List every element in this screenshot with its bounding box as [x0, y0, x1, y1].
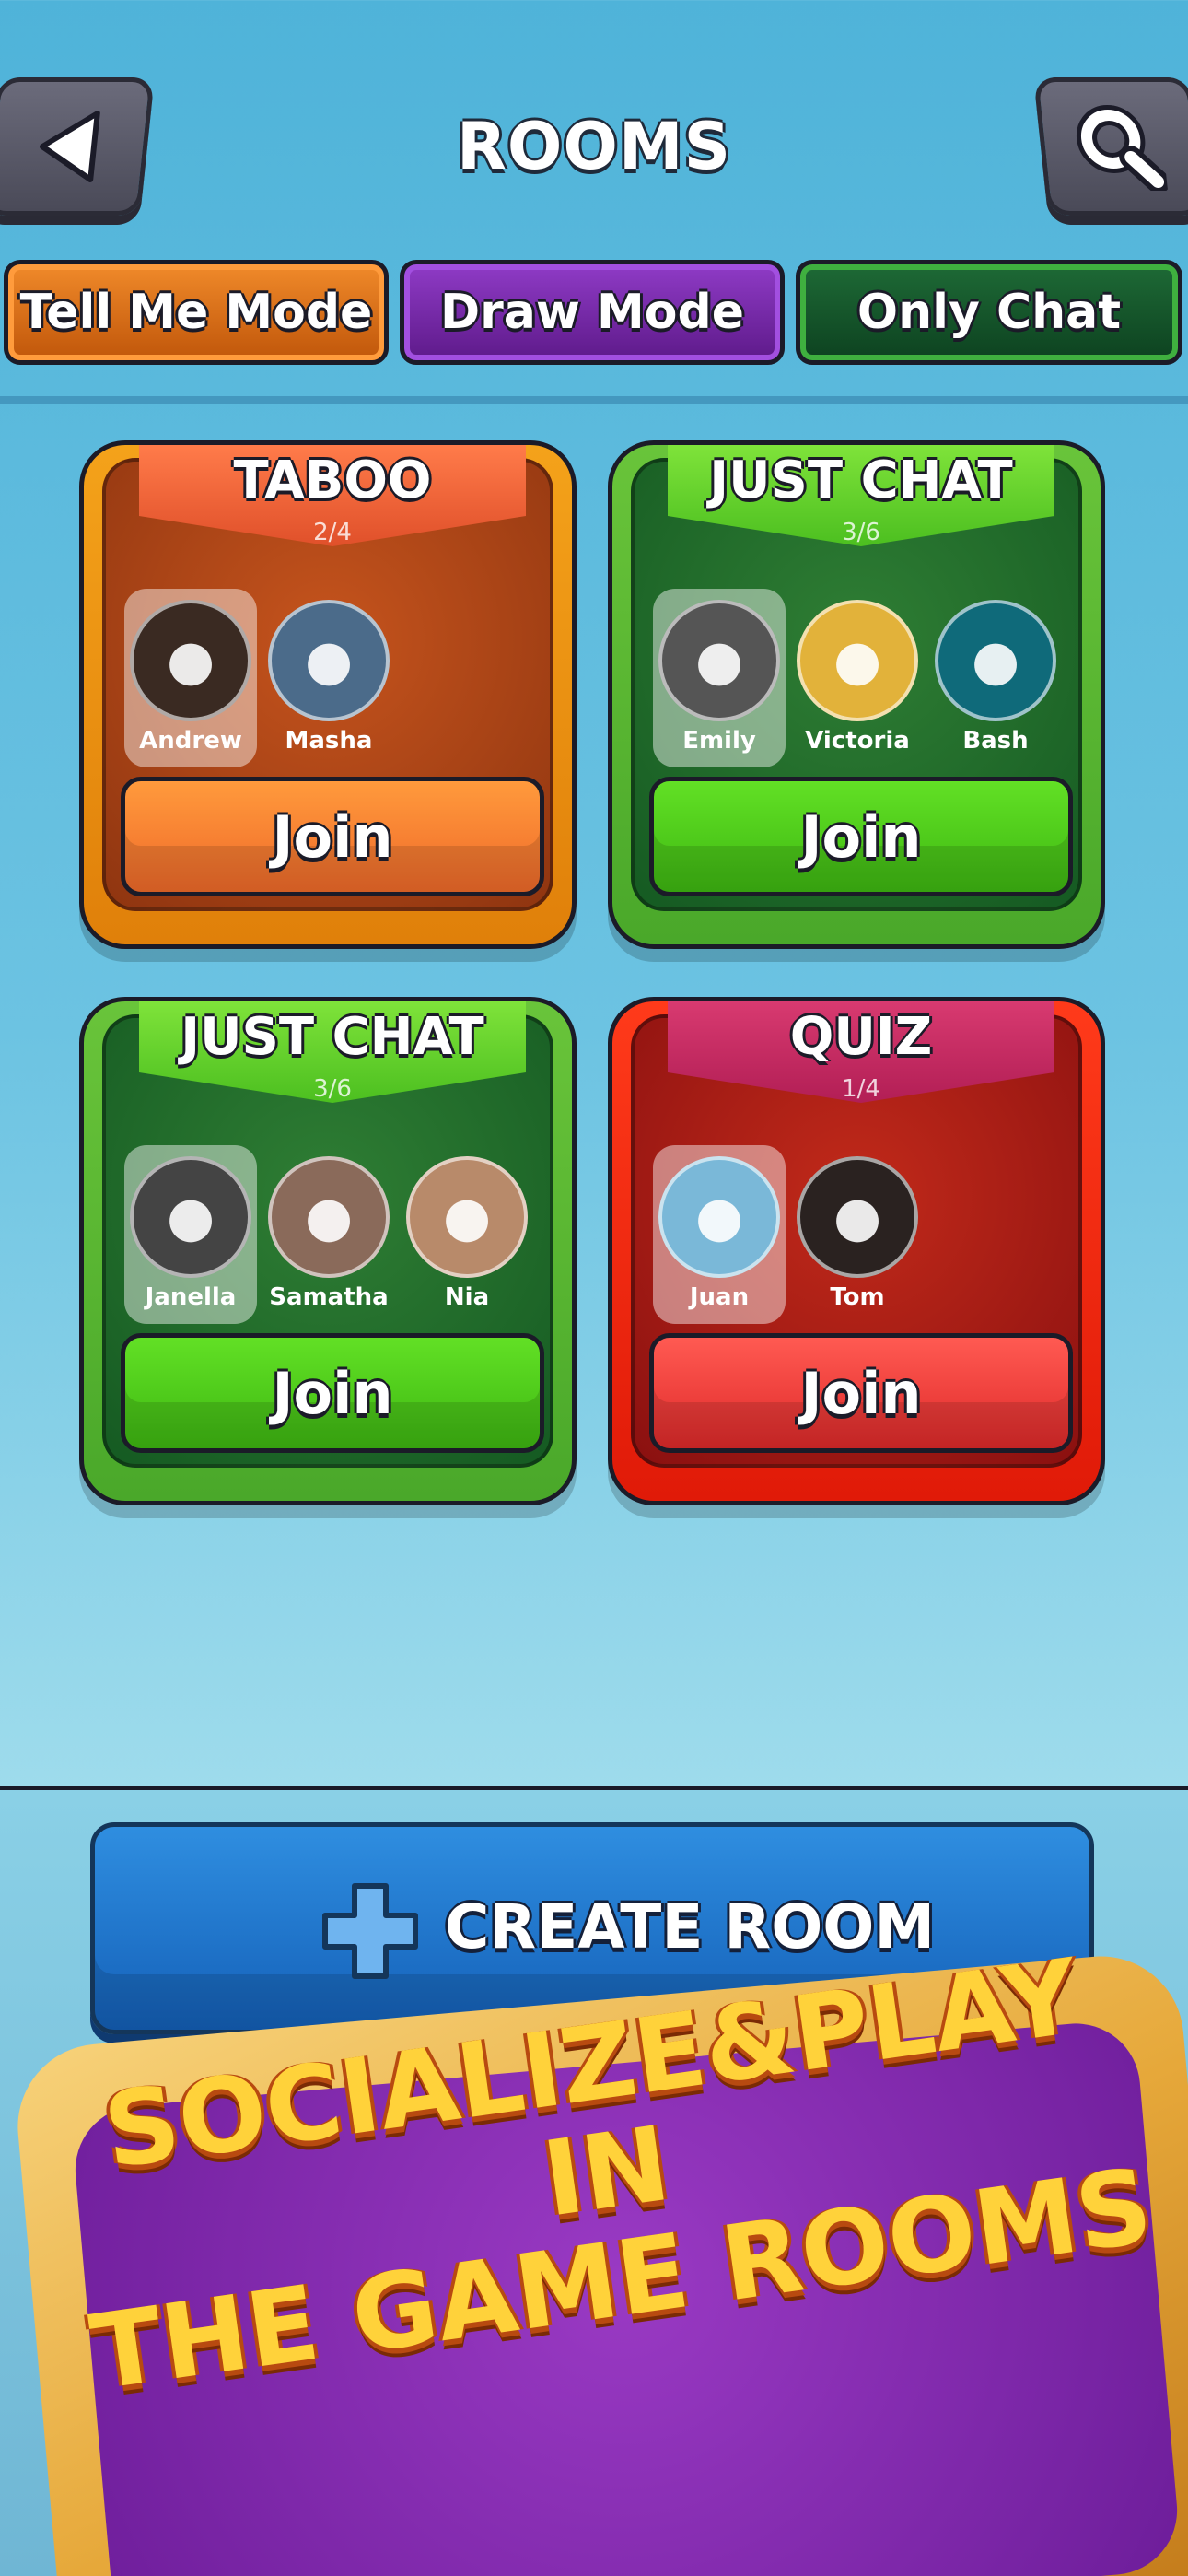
avatar: ●: [130, 600, 251, 721]
player-name: Andrew: [139, 727, 242, 755]
player-name: Emily: [682, 727, 756, 755]
room-card: JUST CHAT 3/6 ● Janella ● Samatha ● Nia …: [79, 997, 577, 1505]
room-card: TABOO 2/4 ● Andrew ● Masha Join: [79, 440, 577, 949]
player-name: Samatha: [269, 1283, 389, 1311]
avatar: ●: [268, 1156, 390, 1278]
avatar: ●: [658, 600, 780, 721]
player-slot[interactable]: ● Samatha: [262, 1145, 395, 1324]
room-title: TABOO: [233, 451, 432, 510]
create-room-label: CREATE ROOM: [445, 1891, 936, 1962]
header-divider: [0, 396, 1188, 404]
player-slot[interactable]: ● Emily: [653, 589, 786, 767]
room-title: JUST CHAT: [181, 1007, 484, 1067]
player-slot[interactable]: ● Juan: [653, 1145, 786, 1324]
room-card: QUIZ 1/4 ● Juan ● Tom Join: [608, 997, 1105, 1505]
player-name: Victoria: [805, 727, 910, 755]
avatar: ●: [797, 1156, 918, 1278]
avatar: ●: [406, 1156, 528, 1278]
search-icon: [1076, 105, 1169, 191]
tab-only-chat[interactable]: Only Chat: [796, 260, 1182, 365]
join-button[interactable]: Join: [121, 777, 544, 896]
room-players: ● Andrew ● Masha: [124, 589, 548, 773]
room-title: JUST CHAT: [709, 451, 1013, 510]
player-name: Masha: [285, 727, 373, 755]
room-title: QUIZ: [789, 1007, 933, 1067]
player-name: Bash: [962, 727, 1029, 755]
search-button[interactable]: [1033, 77, 1188, 216]
player-slot[interactable]: ● Andrew: [124, 589, 257, 767]
plus-icon: [322, 1883, 418, 1979]
avatar: ●: [658, 1156, 780, 1278]
join-button[interactable]: Join: [649, 1333, 1073, 1453]
page-title: ROOMS: [457, 109, 731, 184]
avatar: ●: [935, 600, 1056, 721]
player-slot[interactable]: ● Nia: [401, 1145, 533, 1324]
player-name: Nia: [444, 1283, 490, 1311]
tab-tell-me-mode[interactable]: Tell Me Mode: [4, 260, 389, 365]
player-slot[interactable]: ● Victoria: [791, 589, 924, 767]
join-button[interactable]: Join: [649, 777, 1073, 896]
player-name: Juan: [689, 1283, 750, 1311]
join-button[interactable]: Join: [121, 1333, 544, 1453]
room-players: ● Emily ● Victoria ● Bash: [653, 589, 1077, 773]
avatar: ●: [268, 600, 390, 721]
player-slot[interactable]: ● Masha: [262, 589, 395, 767]
player-slot[interactable]: ● Bash: [929, 589, 1062, 767]
avatar: ●: [130, 1156, 251, 1278]
avatar: ●: [797, 600, 918, 721]
player-slot[interactable]: ● Janella: [124, 1145, 257, 1324]
room-players: ● Janella ● Samatha ● Nia: [124, 1145, 548, 1329]
room-players: ● Juan ● Tom: [653, 1145, 1077, 1329]
player-name: Janella: [145, 1283, 237, 1311]
player-slot[interactable]: ● Tom: [791, 1145, 924, 1324]
player-name: Tom: [830, 1283, 885, 1311]
room-card: JUST CHAT 3/6 ● Emily ● Victoria ● Bash …: [608, 440, 1105, 949]
top-bar: ROOMS Tell Me Mode Draw Mode Only Chat: [0, 0, 1188, 405]
mode-tabs: Tell Me Mode Draw Mode Only Chat: [0, 260, 1188, 370]
tab-draw-mode[interactable]: Draw Mode: [400, 260, 785, 365]
